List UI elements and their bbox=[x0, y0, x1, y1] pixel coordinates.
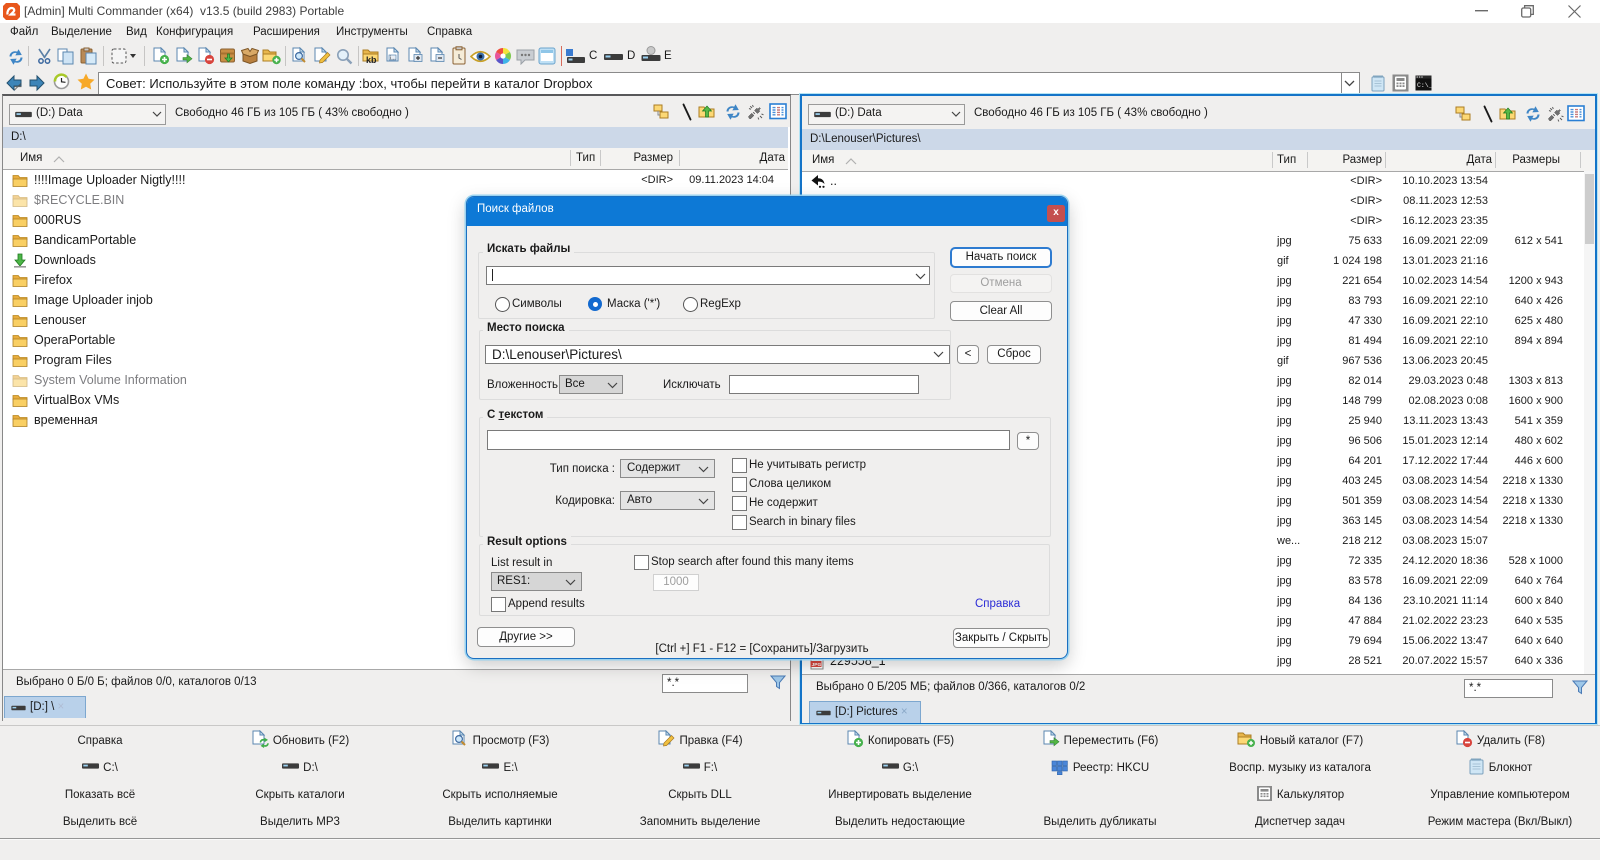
svg-text:kb: kb bbox=[366, 55, 377, 65]
svg-text:i...: i... bbox=[390, 56, 396, 62]
svg-text:C:\_: C:\_ bbox=[1417, 82, 1432, 89]
svg-text:JPG: JPG bbox=[812, 661, 822, 667]
